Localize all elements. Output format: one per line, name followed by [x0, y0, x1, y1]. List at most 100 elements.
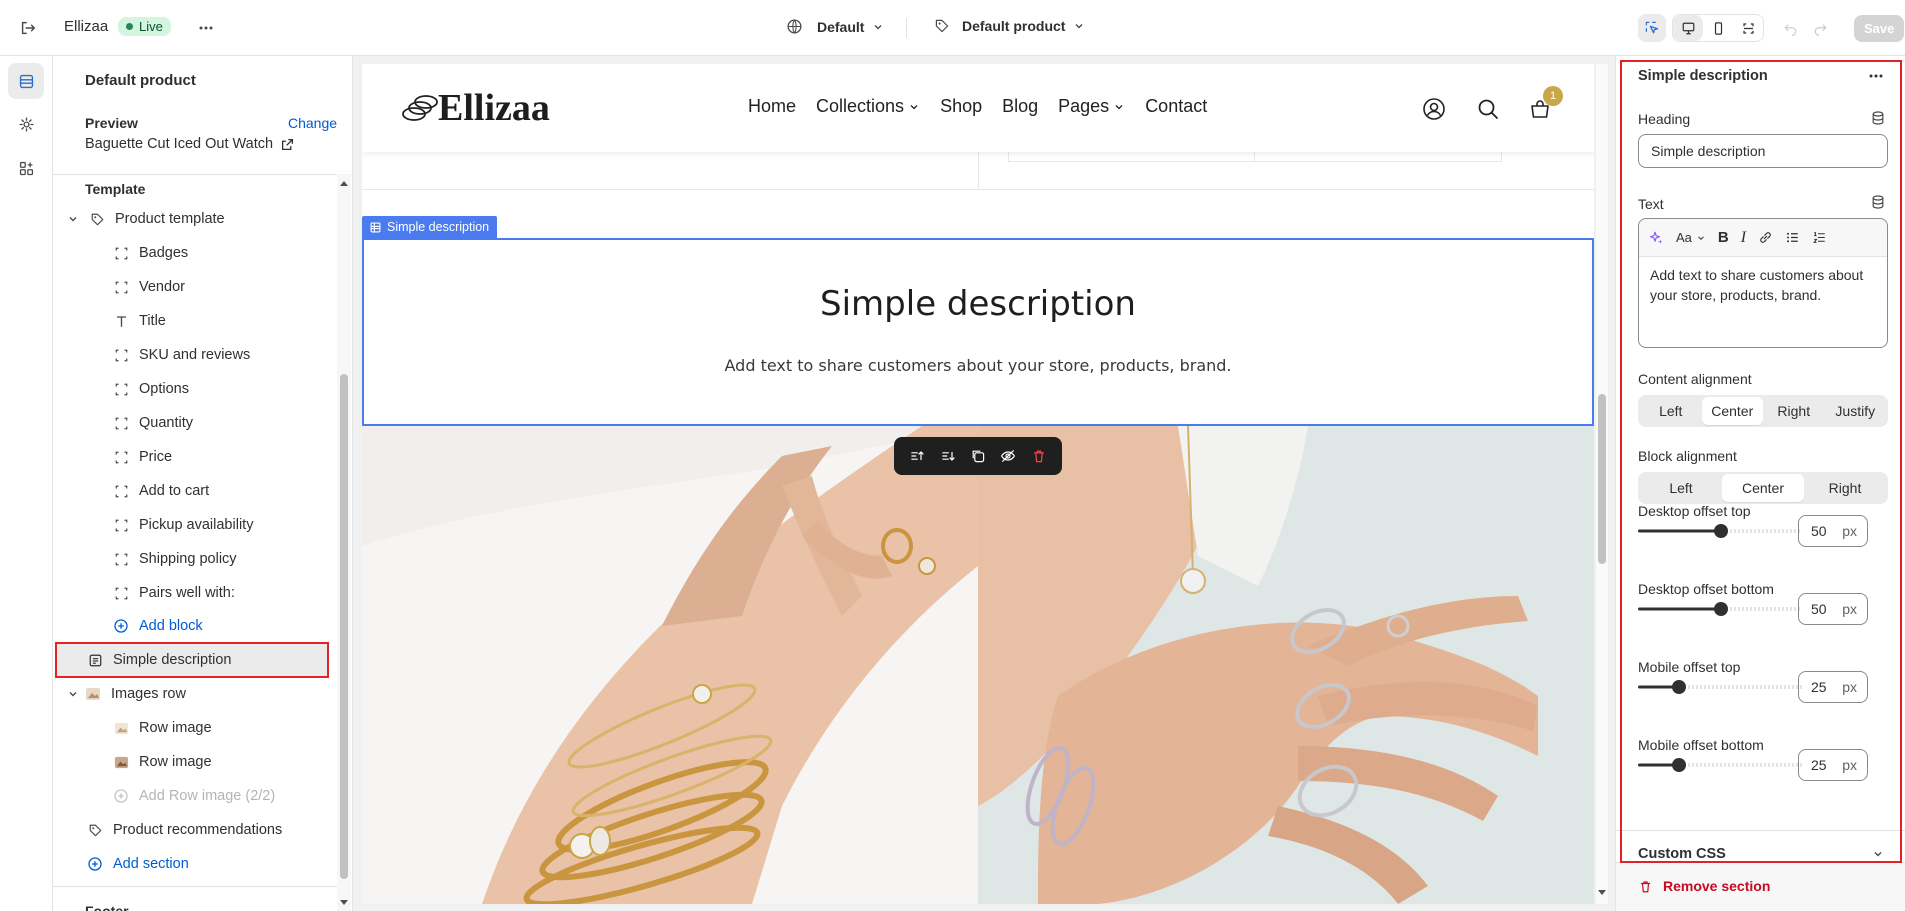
section-tag[interactable]: Simple description: [362, 216, 498, 238]
search-icon[interactable]: [1476, 97, 1500, 121]
nav-collections[interactable]: Collections: [816, 96, 920, 117]
hide-icon[interactable]: [1000, 448, 1016, 464]
dynamic-source-icon[interactable]: [1870, 110, 1886, 126]
row-image-left[interactable]: [362, 426, 978, 904]
tree-item-badges[interactable]: Badges: [111, 236, 352, 270]
content-align-center[interactable]: Center: [1701, 397, 1763, 425]
nav-home[interactable]: Home: [748, 96, 796, 117]
bold-icon[interactable]: B: [1718, 229, 1729, 246]
theme-settings-nav-button[interactable]: [8, 106, 44, 142]
offset-slider[interactable]: [1638, 523, 1803, 539]
tree-item-row-image-1[interactable]: Row image: [111, 711, 352, 745]
footer-heading: Footer: [85, 903, 129, 911]
tree-item-title[interactable]: Title: [111, 304, 352, 338]
rich-text-content[interactable]: Add text to share customers about your s…: [1650, 265, 1876, 305]
block-icon: [111, 413, 131, 433]
tree-item-vendor[interactable]: Vendor: [111, 270, 352, 304]
offset-number-input[interactable]: 50 px: [1798, 515, 1868, 547]
ai-sparkle-icon[interactable]: [1649, 230, 1664, 245]
scrollbar-thumb[interactable]: [1598, 394, 1606, 564]
store-header: Ellizaa Home Collections Shop Blog Pages…: [362, 64, 1594, 152]
block-align-center[interactable]: Center: [1722, 474, 1804, 502]
redo-button[interactable]: [1806, 14, 1834, 42]
chevron-down-icon[interactable]: [1872, 848, 1884, 860]
logo-text: Ellizaa: [438, 87, 550, 129]
simple-description-section[interactable]: Simple description Add text to share cus…: [362, 238, 1594, 426]
nav-shop[interactable]: Shop: [940, 96, 982, 117]
fullscreen-view-button[interactable]: [1733, 15, 1763, 41]
desktop-view-button[interactable]: [1673, 15, 1703, 41]
tree-item-quantity[interactable]: Quantity: [111, 406, 352, 440]
numbered-list-icon[interactable]: [1812, 230, 1827, 245]
content-align-right[interactable]: Right: [1763, 397, 1825, 425]
save-button[interactable]: Save: [1854, 15, 1905, 42]
add-row-image-label: Add Row image (2/2): [139, 788, 276, 804]
apps-nav-button[interactable]: [8, 150, 44, 186]
custom-css-label[interactable]: Custom CSS: [1638, 846, 1726, 862]
theme-selector[interactable]: Default: [786, 18, 884, 35]
more-options-button[interactable]: [192, 14, 220, 42]
viewport-switcher: [1672, 14, 1764, 42]
move-up-icon[interactable]: [909, 448, 925, 464]
bullet-list-icon[interactable]: [1785, 230, 1800, 245]
tree-item-add-to-cart[interactable]: Add to cart: [111, 474, 352, 508]
offset-number-input[interactable]: 25 px: [1798, 749, 1868, 781]
settings-more-button[interactable]: [1868, 68, 1884, 84]
remove-section-button[interactable]: Remove section: [1638, 878, 1770, 894]
mobile-view-button[interactable]: [1703, 15, 1733, 41]
offset-slider[interactable]: [1638, 757, 1803, 773]
font-size-dropdown[interactable]: Aa: [1676, 230, 1706, 245]
nav-contact[interactable]: Contact: [1145, 96, 1207, 117]
tree-item-images-row[interactable]: Images row: [67, 677, 349, 711]
offset-number-input[interactable]: 50 px: [1798, 593, 1868, 625]
offset-slider[interactable]: [1638, 679, 1803, 695]
tree-item-shipping-policy[interactable]: Shipping policy: [111, 542, 352, 576]
template-selector[interactable]: Default product: [934, 18, 1085, 34]
heading-input[interactable]: [1638, 134, 1888, 168]
offset-value: 25: [1811, 679, 1827, 695]
exit-icon[interactable]: [14, 14, 42, 42]
add-block-button[interactable]: Add block: [111, 609, 352, 643]
nav-blog[interactable]: Blog: [1002, 96, 1038, 117]
tree-item-product-recommendations[interactable]: Product recommendations: [85, 813, 352, 847]
more-icon: [199, 26, 213, 30]
change-preview-link[interactable]: Change: [288, 115, 337, 131]
move-down-icon[interactable]: [940, 448, 956, 464]
tree-item-pairs-well-with[interactable]: Pairs well with:: [111, 576, 352, 610]
preview-label: Preview: [85, 115, 138, 131]
add-section-button[interactable]: Add section: [85, 847, 352, 881]
block-align-right[interactable]: Right: [1804, 474, 1886, 502]
undo-button[interactable]: [1776, 14, 1804, 42]
dynamic-source-icon[interactable]: [1870, 194, 1886, 210]
duplicate-icon[interactable]: [970, 448, 986, 464]
offset-slider[interactable]: [1638, 601, 1803, 617]
image-thumbnail-icon: [111, 752, 131, 772]
offset-number-input[interactable]: 25 px: [1798, 671, 1868, 703]
link-icon[interactable]: [1758, 230, 1773, 245]
tree-item-pickup-availability[interactable]: Pickup availability: [111, 508, 352, 542]
content-align-justify[interactable]: Justify: [1825, 397, 1887, 425]
italic-icon[interactable]: I: [1741, 229, 1746, 247]
tree-item-options[interactable]: Options: [111, 372, 352, 406]
cart-count-badge: 1: [1543, 86, 1563, 106]
heading-label: Heading: [1638, 111, 1691, 127]
tree-item-row-image-2[interactable]: Row image: [111, 745, 352, 779]
preview-scrollbar[interactable]: [1596, 64, 1608, 904]
row-image-right[interactable]: [978, 426, 1594, 904]
tree-item-label: Pickup availability: [139, 517, 254, 533]
store-logo[interactable]: Ellizaa: [400, 86, 550, 130]
block-align-left[interactable]: Left: [1640, 474, 1722, 502]
tree-item-price[interactable]: Price: [111, 440, 352, 474]
tree-item-sku-and-reviews[interactable]: SKU and reviews: [111, 338, 352, 372]
delete-icon[interactable]: [1031, 448, 1047, 464]
sections-nav-button[interactable]: [8, 63, 44, 99]
add-row-image-button[interactable]: Add Row image (2/2): [111, 779, 352, 813]
preview-product[interactable]: Baguette Cut Iced Out Watch: [85, 136, 294, 152]
inspector-button[interactable]: [1638, 14, 1666, 42]
account-icon[interactable]: [1422, 97, 1446, 121]
nav-label: Home: [748, 96, 797, 116]
tree-item-product-template[interactable]: Product template: [67, 202, 349, 236]
image-thumbnail-icon: [83, 684, 103, 704]
content-align-left[interactable]: Left: [1640, 397, 1702, 425]
nav-pages[interactable]: Pages: [1058, 96, 1125, 117]
